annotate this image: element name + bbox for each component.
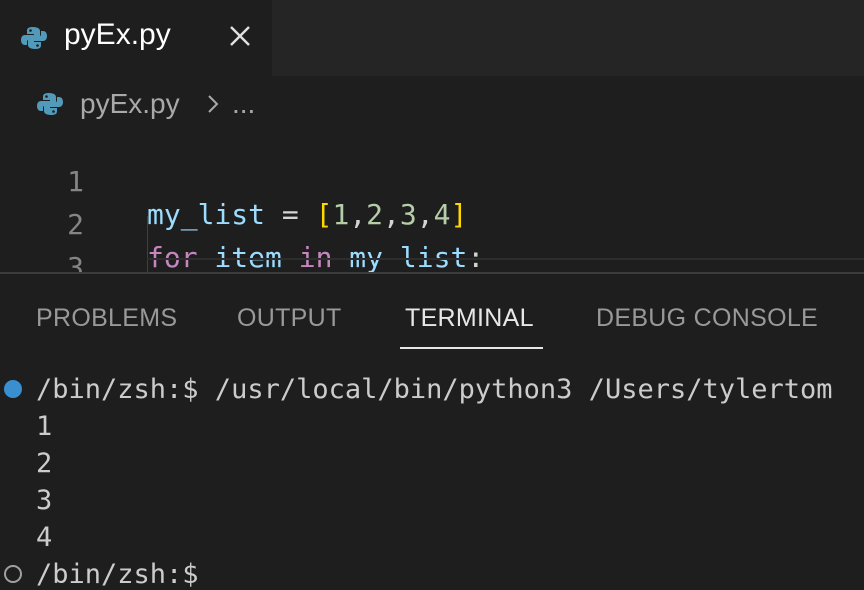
- terminal-prompt: /bin/zsh:$: [36, 559, 199, 590]
- editor-tab-pyex[interactable]: pyEx.py: [0, 0, 272, 76]
- python-file-icon: [21, 27, 47, 49]
- terminal-output-line: 1: [36, 411, 53, 442]
- terminal-output-line: 2: [36, 448, 53, 479]
- active-tab-indicator: [400, 347, 543, 349]
- tab-filename: pyEx.py: [64, 18, 171, 51]
- tab-problems[interactable]: PROBLEMS: [36, 304, 177, 333]
- code-line[interactable]: 3 print(item): [0, 218, 864, 274]
- command-decoration-icon[interactable]: [4, 380, 22, 398]
- terminal-output-line: 4: [36, 522, 53, 553]
- panel-tab-bar: PROBLEMS OUTPUT TERMINAL DEBUG CONSOLE: [0, 274, 864, 354]
- tab-output[interactable]: OUTPUT: [237, 304, 342, 333]
- command-decoration-empty-icon[interactable]: [4, 565, 22, 583]
- code-editor[interactable]: 1 my_list = [1,2,3,4] 2 for item in my_l…: [0, 128, 864, 274]
- terminal[interactable]: /bin/zsh:$ /usr/local/bin/python3 /Users…: [0, 370, 864, 590]
- editor-tab-strip: pyEx.py: [0, 0, 864, 76]
- breadcrumb-more[interactable]: ...: [232, 88, 255, 120]
- python-file-icon: [37, 93, 63, 115]
- terminal-output-line: 3: [36, 485, 53, 516]
- terminal-command: /bin/zsh:$ /usr/local/bin/python3 /Users…: [36, 374, 833, 405]
- code-line[interactable]: 2 for item in my_list:: [0, 175, 864, 274]
- tab-terminal[interactable]: TERMINAL: [405, 304, 534, 333]
- close-icon[interactable]: [226, 22, 254, 50]
- breadcrumb-file[interactable]: pyEx.py: [80, 88, 180, 120]
- breadcrumb: pyEx.py ...: [0, 86, 864, 126]
- chevron-right-icon: [208, 95, 219, 113]
- code-line[interactable]: 1 my_list = [1,2,3,4]: [0, 132, 864, 231]
- tab-debug-console[interactable]: DEBUG CONSOLE: [596, 304, 818, 333]
